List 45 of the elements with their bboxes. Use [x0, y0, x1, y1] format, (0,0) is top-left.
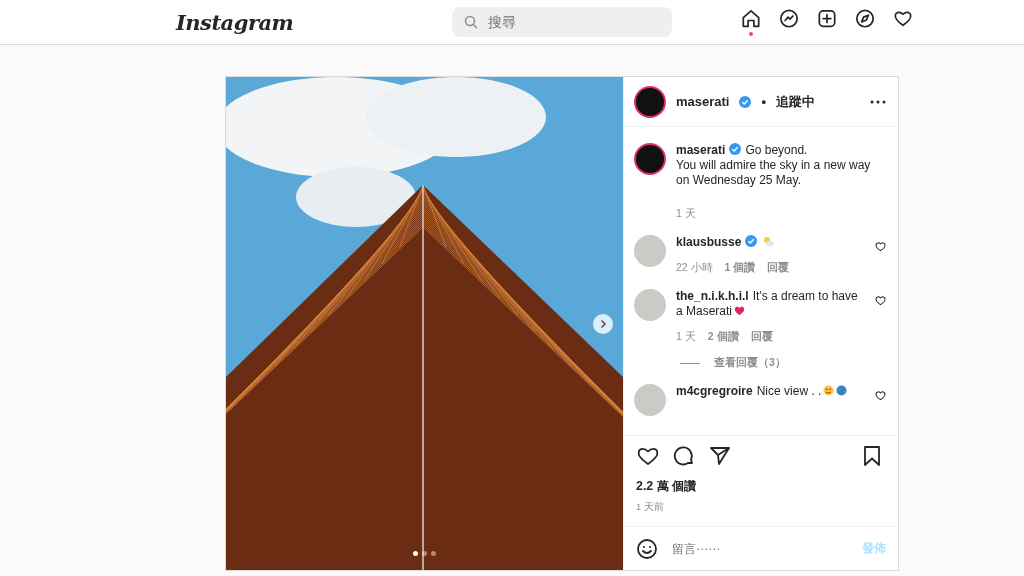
carousel-dot[interactable] [413, 551, 418, 556]
sun-cloud-icon [763, 236, 775, 247]
like-heart-icon[interactable] [875, 295, 886, 306]
smiley-icon[interactable] [636, 537, 658, 560]
timestamp: 22 小時 [676, 261, 713, 275]
messenger-icon [778, 8, 800, 30]
smiling-face-icon [823, 385, 835, 396]
like-count[interactable]: 2.2 萬 個讚 [636, 478, 884, 495]
comment-text: m4cgregroire Nice view . . [676, 384, 865, 399]
globe-icon [836, 385, 848, 396]
search-field[interactable]: 搜尋 [452, 7, 672, 37]
follow-status[interactable]: 追蹤中 [776, 92, 816, 111]
speech-bubble-icon [672, 444, 696, 468]
reply-link[interactable]: 回覆 [767, 261, 790, 275]
more-icon [870, 98, 886, 105]
timestamp: 1 天 [676, 330, 696, 344]
paper-plane-icon [708, 444, 732, 468]
carousel-dot[interactable] [431, 551, 436, 556]
username[interactable]: maserati [676, 94, 730, 109]
chevron-right-icon [598, 319, 608, 329]
like-heart-icon[interactable] [875, 390, 886, 401]
separator: • [761, 94, 767, 109]
share-button[interactable] [708, 444, 732, 468]
avatar[interactable] [634, 143, 666, 175]
active-dot [749, 32, 753, 36]
home-icon [740, 8, 762, 30]
heart-emoji-icon [734, 305, 746, 316]
avatar[interactable] [634, 85, 666, 118]
like-heart-icon[interactable] [875, 241, 886, 252]
create-icon [816, 8, 838, 30]
like-count[interactable]: 1 個讚 [724, 261, 756, 275]
instagram-logo[interactable]: Instagram [176, 9, 452, 35]
timestamp: 1 天 [676, 207, 696, 221]
post-date: 1 天前 [636, 501, 665, 514]
compass-icon [854, 8, 876, 30]
reply-link[interactable]: 回覆 [750, 330, 773, 344]
more-options-button[interactable] [870, 98, 886, 105]
like-count[interactable]: 2 個讚 [707, 330, 739, 344]
home-button[interactable] [740, 8, 762, 36]
comment-text: the_n.i.k.h.i.l It's a dream to have a Maserati [676, 289, 859, 319]
carousel-dot[interactable] [422, 551, 427, 556]
caption-text: maserati Go beyond. You will admire the sky in a new way on Wednesday 25 May. [676, 143, 872, 188]
comment-text: klausbusse [676, 235, 865, 250]
comment-button[interactable] [672, 444, 696, 468]
view-replies-link[interactable]: 查看回覆（3） [714, 356, 786, 370]
